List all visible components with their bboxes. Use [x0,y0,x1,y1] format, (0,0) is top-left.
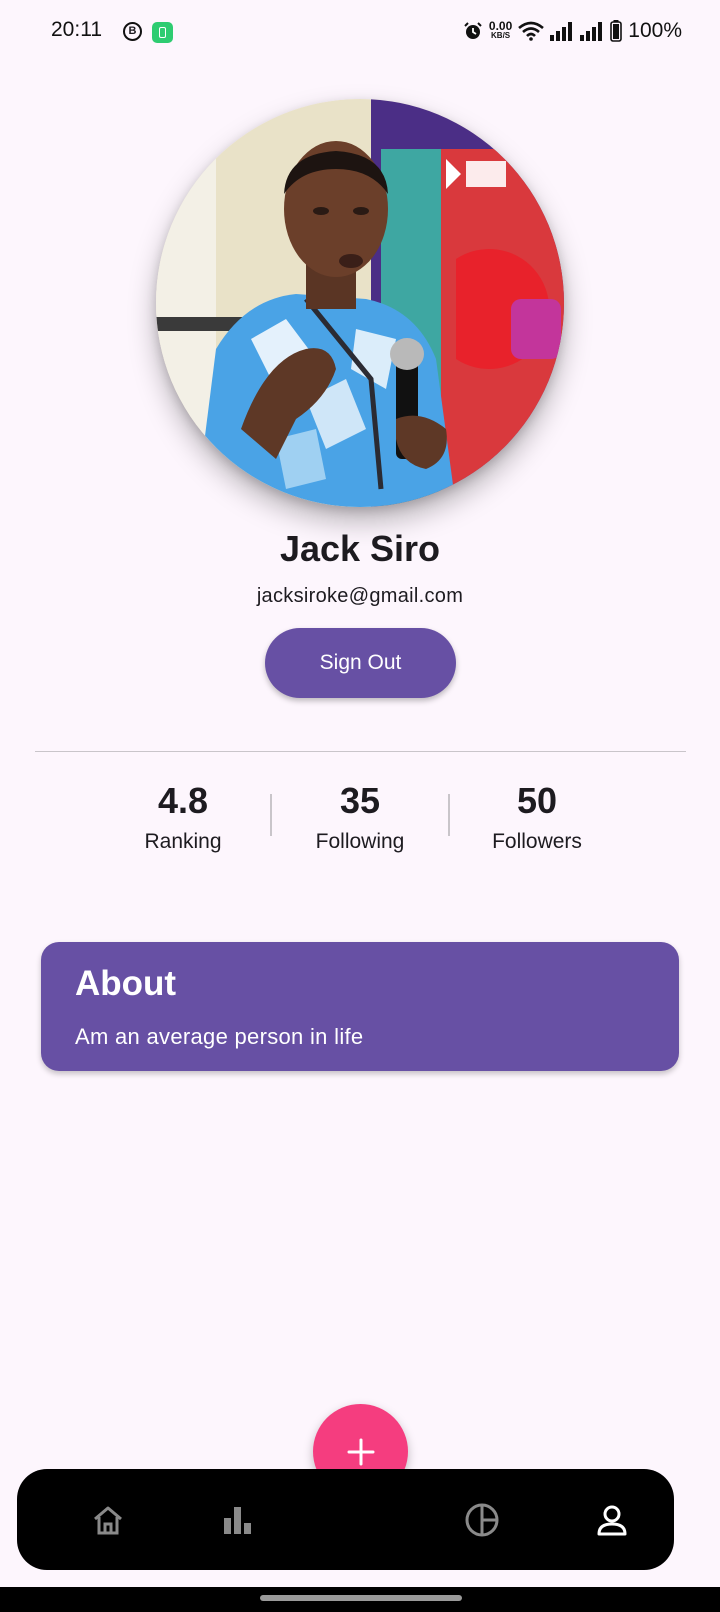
stat-ranking: 4.8 Ranking [98,778,268,854]
nav-profile[interactable] [587,1495,637,1545]
network-speed-value: 0.00 [488,19,513,33]
sign-out-button[interactable]: Sign Out [265,628,456,698]
stat-separator [448,794,450,836]
about-card: About Am an average person in life [41,942,679,1071]
stat-value: 35 [339,780,381,821]
battery-icon [610,20,623,42]
network-speed-unit: KB/S [491,31,511,40]
plus-icon [347,1438,374,1465]
home-gesture-handle[interactable] [260,1595,462,1601]
wifi-icon [518,21,545,41]
home-icon [94,1506,122,1535]
status-bar: 20:11 B 0.00 KB/S 100% [0,0,720,64]
about-text: Am an average person in life [75,1024,364,1049]
stat-label: Followers [492,830,582,853]
stat-followers[interactable]: 50 Followers [452,778,622,854]
stat-value: 50 [516,780,558,821]
stat-value: 4.8 [157,780,209,821]
profile-email: jacksiroke@gmail.com [256,585,464,607]
pie-chart-icon [465,1503,499,1537]
stat-label: Following [315,830,405,853]
person-icon [597,1505,627,1536]
status-time: 20:11 [51,18,102,41]
battery-percent: 100% [628,19,682,42]
status-right-group: 0.00 KB/S 100% [463,16,682,46]
network-speed: 0.00 KB/S [488,19,513,41]
signal-icon-2 [580,22,603,41]
b-notification-icon: B [123,22,142,41]
system-nav-bar [0,1587,720,1612]
avatar-photo [156,99,564,507]
bar-chart-icon [224,1507,251,1534]
nav-analytics[interactable] [457,1495,507,1545]
signal-icon-1 [550,22,573,41]
divider [35,751,686,752]
profile-avatar[interactable] [156,99,564,507]
about-title: About [75,964,177,1003]
bottom-nav [17,1469,674,1570]
stat-following[interactable]: 35 Following [275,778,445,854]
alarm-icon [464,22,482,39]
profile-name: Jack Siro [279,528,441,569]
nav-home[interactable] [83,1495,133,1545]
battery-saver-icon [152,22,173,43]
nav-stats[interactable] [212,1495,262,1545]
stat-label: Ranking [144,830,222,853]
stat-separator [270,794,272,836]
